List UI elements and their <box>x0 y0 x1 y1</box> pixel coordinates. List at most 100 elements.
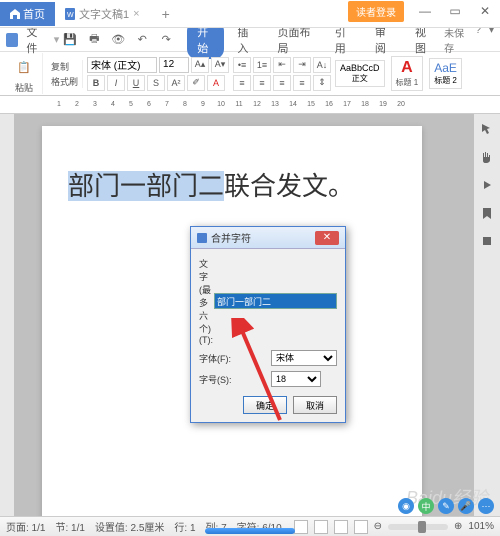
font-size-select[interactable] <box>159 57 189 73</box>
vertical-ruler[interactable] <box>0 114 14 516</box>
clipboard-group: 📋 粘贴 <box>6 53 43 94</box>
numbering-icon[interactable]: 1≡ <box>253 57 271 73</box>
help-icon[interactable]: ? <box>475 25 481 55</box>
dialog-title: 合并字符 <box>211 230 251 245</box>
view-web-icon[interactable] <box>334 520 348 534</box>
status-page[interactable]: 页面: 1/1 <box>6 519 45 534</box>
status-position[interactable]: 设置值: 2.5厘米 <box>95 519 164 534</box>
align-center-icon[interactable]: ≡ <box>253 75 271 91</box>
bullets-icon[interactable]: •≡ <box>233 57 251 73</box>
ruler-tick: 7 <box>158 101 176 108</box>
word-doc-icon: W <box>65 8 75 20</box>
superscript-icon[interactable]: A² <box>167 75 185 91</box>
ruler-tick: 10 <box>212 101 230 108</box>
justify-icon[interactable]: ≡ <box>293 75 311 91</box>
text-rest[interactable]: 联合发文。 <box>224 171 354 201</box>
ruler-tick: 8 <box>176 101 194 108</box>
selected-text[interactable]: 部门一部门二 <box>68 171 224 201</box>
tray-more-icon[interactable]: ⋯ <box>478 498 494 514</box>
chevron-down-icon[interactable]: ▾ <box>489 25 494 55</box>
ruler-tick: 1 <box>50 101 68 108</box>
style-heading1[interactable]: A 标题 1 <box>391 56 424 91</box>
ruler-tick: 19 <box>374 101 392 108</box>
style-heading2[interactable]: AaE 标题 2 <box>429 58 462 89</box>
font-select[interactable]: 宋体 <box>271 350 337 366</box>
ruler-tick: 15 <box>302 101 320 108</box>
underline-icon[interactable]: U <box>127 75 145 91</box>
home-tab[interactable]: 首页 <box>0 2 55 26</box>
restore-button[interactable]: ▭ <box>440 0 470 22</box>
italic-icon[interactable]: I <box>107 75 125 91</box>
copy-label[interactable]: 复制 <box>51 60 78 73</box>
view-outline-icon[interactable] <box>354 520 368 534</box>
print-icon[interactable]: 🖶 <box>85 31 103 49</box>
font-color-icon[interactable]: A <box>207 75 225 91</box>
shrink-font-icon[interactable]: A▾ <box>211 57 229 73</box>
zoom-slider[interactable] <box>388 524 448 530</box>
ruler-tick: 3 <box>86 101 104 108</box>
text-field-label: 文字(最多六个)(T): <box>199 257 214 345</box>
wps-logo-icon[interactable] <box>6 33 18 47</box>
side-panel <box>474 114 500 516</box>
quick-access-toolbar: 💾 🖶 👁 ↶ ↷ <box>61 31 175 49</box>
indent-right-icon[interactable]: ⇥ <box>293 57 311 73</box>
sort-icon[interactable]: A↓ <box>313 57 331 73</box>
view-read-icon[interactable] <box>314 520 328 534</box>
ruler-tick: 4 <box>104 101 122 108</box>
redo-icon[interactable]: ↷ <box>157 31 175 49</box>
tray-tool-icon[interactable]: ✎ <box>438 498 454 514</box>
zoom-in-button[interactable]: ⊕ <box>454 521 462 532</box>
line-spacing-icon[interactable]: ⇕ <box>313 75 331 91</box>
align-left-icon[interactable]: ≡ <box>233 75 251 91</box>
text-input[interactable] <box>214 293 337 309</box>
bold-icon[interactable]: B <box>87 75 105 91</box>
bookmark-icon[interactable] <box>480 206 494 220</box>
format-painter-label[interactable]: 格式刷 <box>51 75 78 88</box>
minimize-button[interactable]: — <box>410 0 440 22</box>
tray-voice-icon[interactable]: 🎤 <box>458 498 474 514</box>
tab-close-icon[interactable]: × <box>133 8 139 20</box>
size-select[interactable]: 18 <box>271 371 321 387</box>
view-print-icon[interactable] <box>294 520 308 534</box>
align-right-icon[interactable]: ≡ <box>273 75 291 91</box>
zoom-level[interactable]: 101% <box>468 521 494 532</box>
ruler-tick: 11 <box>230 101 248 108</box>
tray-share-icon[interactable]: 中 <box>418 498 434 514</box>
step-progress <box>205 528 295 534</box>
merge-characters-dialog: 合并字符 ✕ 文字(最多六个)(T): 字体(F): 宋体 字号(S): 18 … <box>190 226 346 423</box>
login-button[interactable]: 读者登录 <box>348 1 404 22</box>
zoom-out-button[interactable]: ⊖ <box>374 521 382 532</box>
plugin-icon[interactable] <box>480 234 494 248</box>
document-text[interactable]: 部门一部门二联合发文。 <box>68 166 396 203</box>
play-icon[interactable] <box>480 178 494 192</box>
preview-icon[interactable]: 👁 <box>109 31 127 49</box>
ruler-tick: 16 <box>320 101 338 108</box>
zoom-thumb[interactable] <box>418 521 426 533</box>
add-tab-button[interactable]: + <box>150 2 182 26</box>
tray-wechat-icon[interactable]: ◉ <box>398 498 414 514</box>
font-name-select[interactable] <box>87 57 157 73</box>
ok-button[interactable]: 确定 <box>243 396 287 414</box>
indent-left-icon[interactable]: ⇤ <box>273 57 291 73</box>
cancel-button[interactable]: 取消 <box>293 396 337 414</box>
highlight-icon[interactable]: ✐ <box>187 75 205 91</box>
window-titlebar: 首页 W 文字文稿1 × + 读者登录 — ▭ ✕ <box>0 0 500 28</box>
save-icon[interactable]: 💾 <box>61 31 79 49</box>
paste-icon[interactable]: 📋 <box>10 53 38 81</box>
strike-icon[interactable]: S <box>147 75 165 91</box>
select-tool-icon[interactable] <box>480 122 494 136</box>
grow-font-icon[interactable]: A▴ <box>191 57 209 73</box>
horizontal-ruler[interactable]: 1 2 3 4 5 6 7 8 9 10 11 12 13 14 15 16 1… <box>0 96 500 114</box>
styles-group: AaBbCcD 正文 A 标题 1 AaE 标题 2 <box>335 56 462 91</box>
paste-label: 粘贴 <box>15 81 33 94</box>
document-tab[interactable]: W 文字文稿1 × <box>55 2 150 26</box>
status-line[interactable]: 行: 1 <box>174 519 195 534</box>
dialog-titlebar[interactable]: 合并字符 ✕ <box>191 227 345 249</box>
ruler-tick: 9 <box>194 101 212 108</box>
style-normal[interactable]: AaBbCcD 正文 <box>335 60 385 87</box>
status-section[interactable]: 节: 1/1 <box>55 519 84 534</box>
dialog-close-button[interactable]: ✕ <box>315 231 339 245</box>
close-button[interactable]: ✕ <box>470 0 500 22</box>
undo-icon[interactable]: ↶ <box>133 31 151 49</box>
hand-tool-icon[interactable] <box>480 150 494 164</box>
